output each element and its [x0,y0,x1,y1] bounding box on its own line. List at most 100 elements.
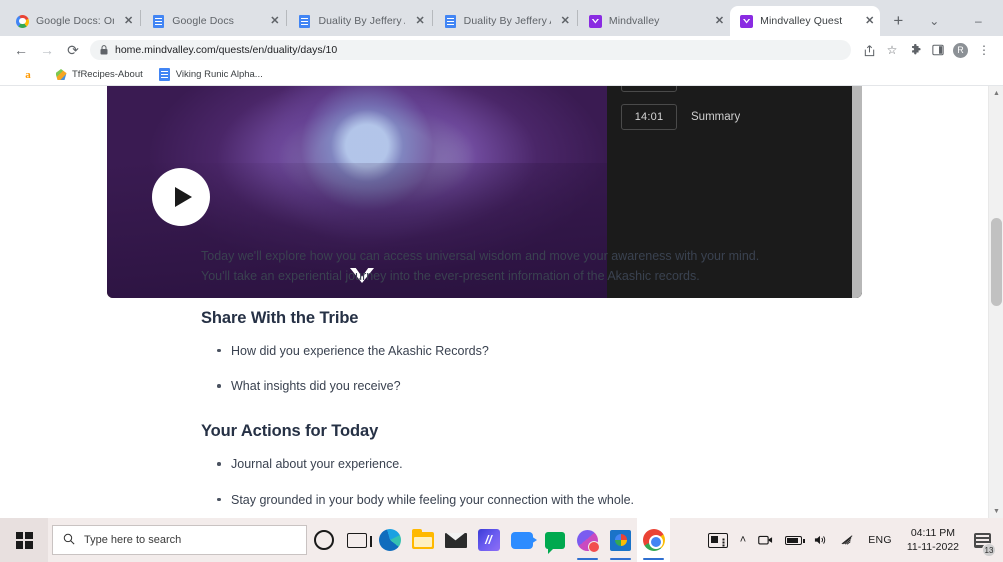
section-heading-your-actions-for-today: Your Actions for Today [201,422,379,440]
mindvalley-icon [740,14,754,28]
tab-google-docs-online[interactable]: Google Docs: Onlin ✕ [6,6,139,36]
bookmark-label: TfRecipes-About [72,69,143,80]
chapter-scrollbar[interactable] [852,86,862,298]
side-panel-icon[interactable] [927,39,949,61]
windows-taskbar: Type here to search // ˄ ENG 04:11 PM 11… [0,518,1003,562]
lock-icon [100,45,108,55]
taskbar-app-mail[interactable] [439,518,472,562]
browser-window: Google Docs: Onlin ✕ Google Docs ✕ Duali… [0,0,1003,518]
tab-divider [140,10,142,26]
news-and-interests-icon[interactable] [702,518,734,562]
chapter-item[interactable]: 13:12 Your Actions for Today [607,86,862,98]
close-icon[interactable]: ✕ [855,15,874,27]
cortana-icon[interactable] [307,518,340,562]
share-icon-glyph [864,44,874,56]
taskbar-app-firefox[interactable]: // [472,518,505,562]
page-content: UNIVERSAL WISDOM 5:48 Guided Journey to … [0,86,972,518]
tab-duality-2[interactable]: Duality By Jeffery A ✕ [434,6,576,36]
show-hidden-icons-chevron-up-icon[interactable]: ˄ [734,518,752,562]
share-with-the-tribe-list: How did you experience the Akashic Recor… [201,342,821,397]
bookmark-amazon[interactable]: a [22,69,39,81]
start-button[interactable] [0,518,48,562]
taskbar-app-google-chrome[interactable] [637,518,670,562]
tab-title: Duality By Jeffery A [463,15,551,27]
taskbar-app-file-explorer[interactable] [406,518,439,562]
tab-title: Mindvalley Quest [760,15,843,27]
chapter-item[interactable]: 14:01 Summary [607,98,862,136]
lesson-intro-line-1: Today we'll explore how you can access u… [201,249,760,263]
section-heading-share-with-the-tribe: Share With the Tribe [201,308,359,327]
play-button[interactable] [152,168,210,226]
google-docs-icon [152,14,165,28]
page-scrollbar[interactable]: ▲ ▼ [988,86,1003,518]
lesson-intro-line-2: You'll take an experiential journey into… [201,269,700,284]
close-icon[interactable]: ✕ [114,15,133,27]
taskbar-app-microsoft-edge[interactable] [373,518,406,562]
camera-icon[interactable] [752,518,779,562]
minimize-button[interactable]: – [956,6,1000,36]
volume-icon[interactable] [808,518,834,562]
notification-count-badge: 13 [982,543,996,557]
browser-menu-icon[interactable]: ⋮ [973,39,995,61]
tab-google-docs[interactable]: Google Docs ✕ [142,6,285,36]
clock[interactable]: 04:11 PM 11-11-2022 [899,518,967,562]
tab-mindvalley[interactable]: Mindvalley ✕ [579,6,730,36]
taskbar-app-zoom[interactable] [505,518,538,562]
search-icon-glyph [63,533,75,545]
close-icon[interactable]: ✕ [551,15,570,27]
tab-search-chevron-down-icon[interactable]: ⌄ [912,6,956,36]
notification-center-button[interactable]: 13 [967,518,997,562]
tab-title: Google Docs [172,15,235,27]
scroll-up-arrow-icon[interactable]: ▲ [989,86,1003,100]
list-item: How did you experience the Akashic Recor… [201,342,821,361]
your-actions-for-today-list: Journal about your experience. Stay grou… [201,455,821,510]
tab-divider [431,10,433,26]
profile-avatar[interactable]: R [953,42,968,58]
bookmark-label: Viking Runic Alpha... [175,69,263,80]
close-icon[interactable]: ✕ [705,15,724,27]
search-icon [63,533,75,548]
page-scrollbar-thumb[interactable] [991,218,1002,306]
taskbar-app-messenger[interactable] [571,518,604,562]
side-panel-icon-glyph [932,44,944,56]
forward-icon[interactable]: → [34,37,60,63]
tab-strip: Google Docs: Onlin ✕ Google Docs ✕ Duali… [0,0,1003,36]
tfrecipes-icon [55,69,67,81]
back-icon[interactable]: ← [8,37,34,63]
clock-date: 11-11-2022 [906,541,959,553]
scroll-down-arrow-icon[interactable]: ▼ [989,504,1003,518]
google-docs-icon [444,14,457,28]
search-placeholder: Type here to search [84,534,182,546]
bookmark-star-icon[interactable]: ☆ [881,39,903,61]
share-icon[interactable] [858,39,880,61]
wifi-icon[interactable] [834,518,861,562]
task-view-icon[interactable] [340,518,373,562]
windows-logo-icon [15,531,33,549]
list-item: Stay grounded in your body while feeling… [201,491,821,510]
system-tray: ˄ ENG 04:11 PM 11-11-2022 13 [702,518,1003,562]
lesson-article: Today we'll explore how you can access u… [201,246,821,518]
extensions-puzzle-icon[interactable] [904,39,926,61]
bookmark-tfrecipes[interactable]: TfRecipes-About [55,69,143,81]
battery-icon[interactable] [779,518,808,562]
google-icon [16,14,29,28]
reload-icon[interactable]: ⟳ [60,37,86,63]
taskbar-app-google[interactable] [604,518,637,562]
tab-duality-1[interactable]: Duality By Jeffery A ✕ [288,6,430,36]
address-bar[interactable]: home.mindvalley.com/quests/en/duality/da… [90,40,851,60]
search-input[interactable]: Type here to search [52,525,307,555]
close-icon[interactable]: ✕ [405,15,424,27]
close-icon[interactable]: ✕ [260,15,279,27]
new-tab-button[interactable]: + [884,7,912,35]
tab-divider [576,10,578,26]
url-text: home.mindvalley.com/quests/en/duality/da… [115,44,338,56]
taskbar-app-google-chat[interactable] [538,518,571,562]
tab-mindvalley-quest[interactable]: Mindvalley Quest ✕ [730,6,881,36]
lesson-intro: Today we'll explore how you can access u… [201,246,821,287]
wifi-icon-glyph [841,535,853,545]
google-docs-icon [159,68,171,81]
bookmark-viking-runic-alpha[interactable]: Viking Runic Alpha... [159,68,263,81]
chapter-timestamp: 14:01 [621,104,677,130]
chapter-scrollbar-thumb[interactable] [852,86,862,298]
language-indicator[interactable]: ENG [861,534,899,546]
